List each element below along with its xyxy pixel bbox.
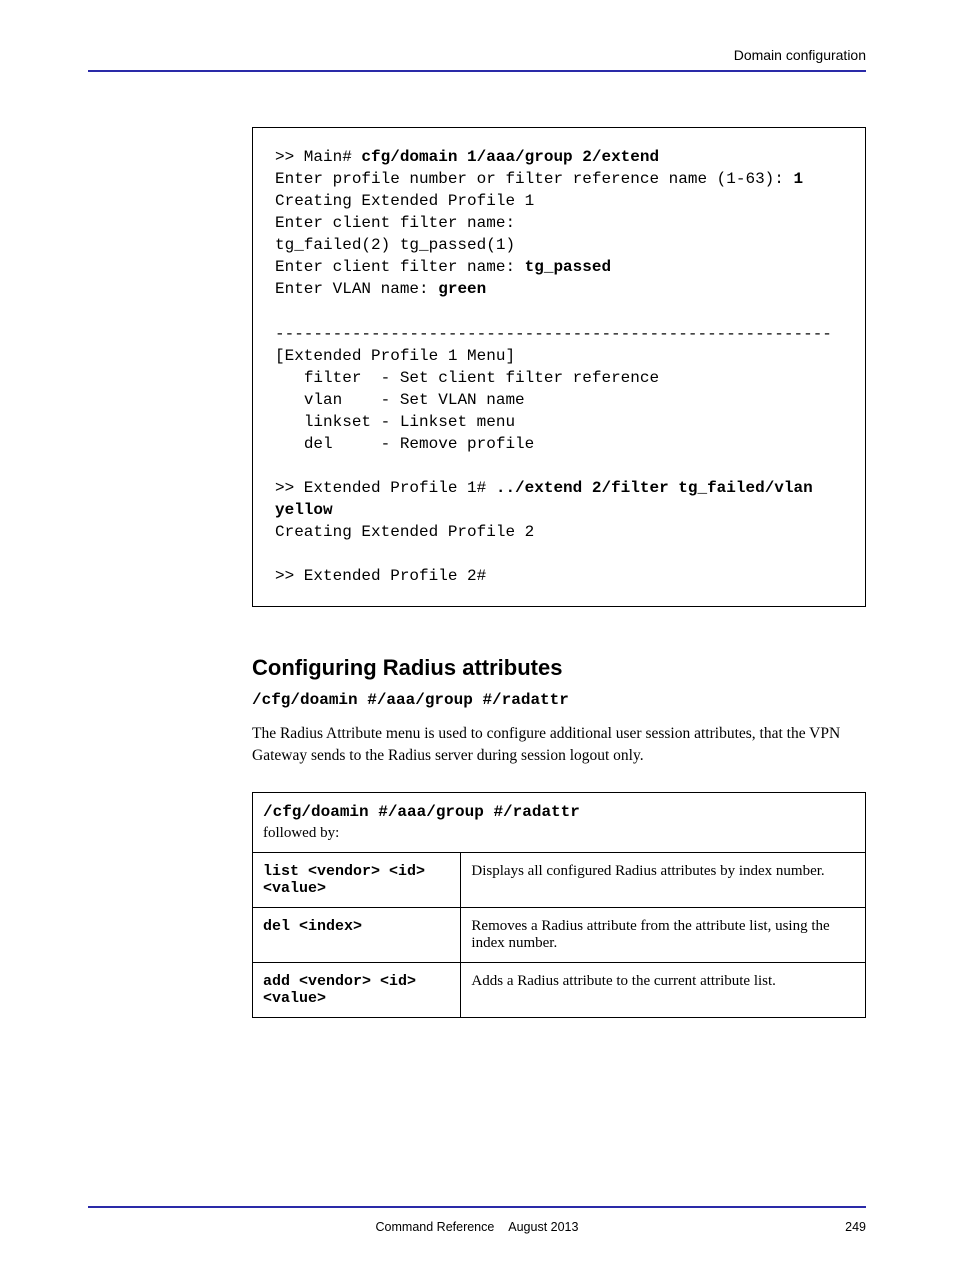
term-line: Enter client filter name: xyxy=(275,214,515,232)
term-line: Creating Extended Profile 2 xyxy=(275,523,534,541)
cmd-cell: list <vendor> <id> <value> xyxy=(253,852,461,907)
term-hr: ----------------------------------------… xyxy=(275,325,832,343)
table-header-cell: /cfg/doamin #/aaa/group #/radattr follow… xyxy=(253,792,866,852)
header-section-label: Domain configuration xyxy=(734,47,866,63)
cmd-cell: del <index> xyxy=(253,907,461,962)
footer-left xyxy=(88,1220,168,1234)
section-body: The Radius Attribute menu is used to con… xyxy=(252,723,866,768)
table-header-path: /cfg/doamin #/aaa/group #/radattr xyxy=(263,803,855,821)
term-line: vlan - Set VLAN name xyxy=(275,391,525,409)
footer-page-number: 249 xyxy=(786,1220,866,1234)
cmd-cell: add <vendor> <id> <value> xyxy=(253,962,461,1017)
term-line: Creating Extended Profile 1 xyxy=(275,192,534,210)
table-header-sub: followed by: xyxy=(263,825,855,842)
section-heading: Configuring Radius attributes xyxy=(88,655,866,681)
user-input: green xyxy=(438,280,486,298)
table-row: add <vendor> <id> <value> Adds a Radius … xyxy=(253,962,866,1017)
term-line: filter - Set client filter reference xyxy=(275,369,659,387)
command: cfg/domain 1/aaa/group 2/extend xyxy=(361,148,659,166)
footer-rule xyxy=(88,1206,866,1208)
term-line: tg_failed(2) tg_passed(1) xyxy=(275,236,515,254)
term-line: Enter profile number or filter reference… xyxy=(275,170,793,188)
desc-cell: Displays all configured Radius attribute… xyxy=(461,852,866,907)
term-line: [Extended Profile 1 Menu] xyxy=(275,347,515,365)
table-header-row: /cfg/doamin #/aaa/group #/radattr follow… xyxy=(253,792,866,852)
term-line: del - Remove profile xyxy=(275,435,534,453)
header-rule xyxy=(88,70,866,72)
term-line: Enter VLAN name: xyxy=(275,280,438,298)
prompt: >> Main# xyxy=(275,148,361,166)
page: Domain configuration >> Main# cfg/domain… xyxy=(0,0,954,1272)
term-line: Enter client filter name: xyxy=(275,258,525,276)
command-table: /cfg/doamin #/aaa/group #/radattr follow… xyxy=(252,792,866,1018)
user-input: 1 xyxy=(793,170,803,188)
table-row: del <index> Removes a Radius attribute f… xyxy=(253,907,866,962)
footer-center: Command Reference August 2013 xyxy=(168,1220,786,1234)
table-row: list <vendor> <id> <value> Displays all … xyxy=(253,852,866,907)
prompt: >> Extended Profile 2# xyxy=(275,567,486,585)
user-input: tg_passed xyxy=(525,258,611,276)
desc-cell: Adds a Radius attribute to the current a… xyxy=(461,962,866,1017)
section-command-path: /cfg/doamin #/aaa/group #/radattr xyxy=(252,691,866,709)
terminal-example: >> Main# cfg/domain 1/aaa/group 2/extend… xyxy=(252,127,866,607)
prompt: >> Extended Profile 1# xyxy=(275,479,496,497)
term-line: linkset - Linkset menu xyxy=(275,413,515,431)
footer: Command Reference August 2013 249 xyxy=(88,1220,866,1234)
desc-cell: Removes a Radius attribute from the attr… xyxy=(461,907,866,962)
